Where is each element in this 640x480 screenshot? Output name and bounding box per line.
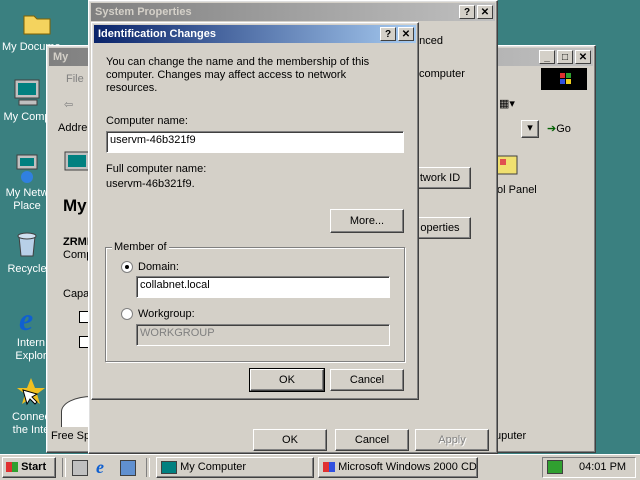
- folder-icon: [21, 6, 53, 38]
- recycle-bin-icon: [11, 228, 43, 260]
- ok-button[interactable]: OK: [253, 429, 327, 451]
- task-label: My Computer: [180, 461, 247, 473]
- workgroup-label[interactable]: Workgroup:: [138, 308, 195, 320]
- full-name-value: uservm-46b321f9.: [106, 178, 195, 190]
- help-button[interactable]: ?: [380, 27, 396, 41]
- more-button[interactable]: More...: [330, 209, 404, 233]
- close-button[interactable]: ✕: [398, 27, 414, 41]
- window-title: System Properties: [95, 6, 192, 18]
- status-my-computer: uputer: [495, 430, 527, 442]
- computer-name-input[interactable]: uservm-46b321f9: [106, 131, 404, 153]
- computer-icon: [161, 460, 177, 474]
- views-icon[interactable]: ▦▾: [499, 97, 515, 110]
- go-label: Go: [556, 123, 571, 135]
- windows-flag-icon: [6, 462, 18, 473]
- task-label: Microsoft Windows 2000 CD: [338, 461, 477, 473]
- svg-text:e: e: [19, 302, 33, 334]
- window-title: My: [53, 51, 69, 63]
- go-button[interactable]: ➔Go: [547, 122, 571, 135]
- domain-radio[interactable]: [121, 261, 133, 273]
- domain-input[interactable]: collabnet.local: [136, 276, 390, 298]
- dialog-title: Identification Changes: [98, 28, 216, 40]
- clock[interactable]: 04:01 PM: [579, 461, 626, 473]
- network-icon: [11, 152, 43, 184]
- dialog-titlebar[interactable]: Identification Changes ? ✕: [94, 25, 416, 43]
- task-windows-cd[interactable]: Microsoft Windows 2000 CD: [318, 457, 478, 478]
- address-dropdown-button[interactable]: ▾: [521, 120, 539, 138]
- quicklaunch-separator: [62, 458, 66, 477]
- maximize-button[interactable]: □: [557, 50, 573, 64]
- start-label: Start: [21, 461, 47, 473]
- heading: My: [63, 196, 87, 215]
- outlook-express-icon[interactable]: [120, 460, 136, 476]
- window-icon: [323, 462, 335, 473]
- minimize-button[interactable]: _: [539, 50, 555, 64]
- quicklaunch-separator: [146, 458, 150, 477]
- workgroup-radio[interactable]: [121, 308, 133, 320]
- back-button[interactable]: ⇦: [64, 98, 73, 111]
- dialog-description: You can change the name and the membersh…: [106, 56, 370, 94]
- full-name-label: Full computer name:: [106, 163, 207, 175]
- start-button[interactable]: Start: [2, 457, 56, 478]
- identification-changes-dialog[interactable]: Identification Changes ? ✕ You can chang…: [91, 22, 419, 400]
- computer-icon: [11, 76, 43, 108]
- help-button[interactable]: ?: [459, 5, 475, 19]
- address-label: Addre: [58, 122, 88, 134]
- go-arrow-icon: ➔: [547, 123, 557, 135]
- control-panel-icon[interactable]: [495, 154, 519, 178]
- system-properties-titlebar[interactable]: System Properties ? ✕: [91, 3, 495, 21]
- section-line1: ZRMI: [63, 236, 90, 248]
- dialog-ok-button[interactable]: OK: [249, 368, 325, 392]
- taskbar: Start e My Computer Microsoft Windows 20…: [0, 454, 640, 480]
- domain-label[interactable]: Domain:: [138, 261, 179, 273]
- close-button[interactable]: ✕: [477, 5, 493, 19]
- member-of-label: Member of: [112, 241, 169, 253]
- workgroup-input[interactable]: WORKGROUP: [136, 324, 390, 346]
- connect-wizard-icon: [15, 376, 47, 408]
- computer-name-label: Computer name:: [106, 115, 188, 127]
- show-desktop-icon[interactable]: [72, 460, 88, 476]
- cancel-button[interactable]: Cancel: [335, 429, 409, 451]
- apply-button[interactable]: Apply: [415, 429, 489, 451]
- task-my-computer[interactable]: My Computer: [156, 457, 314, 478]
- dialog-cancel-button[interactable]: Cancel: [330, 369, 404, 391]
- internet-explorer-icon: e: [15, 301, 47, 337]
- close-button[interactable]: ✕: [575, 50, 591, 64]
- system-tray: 04:01 PM: [542, 457, 636, 478]
- control-panel-label[interactable]: ol Panel: [497, 184, 537, 196]
- internet-explorer-icon[interactable]: e: [96, 457, 104, 478]
- windows-logo-icon: [541, 68, 587, 90]
- network-tray-icon[interactable]: [547, 460, 563, 474]
- computer-text: computer: [419, 68, 465, 80]
- menu-file[interactable]: File: [66, 73, 84, 85]
